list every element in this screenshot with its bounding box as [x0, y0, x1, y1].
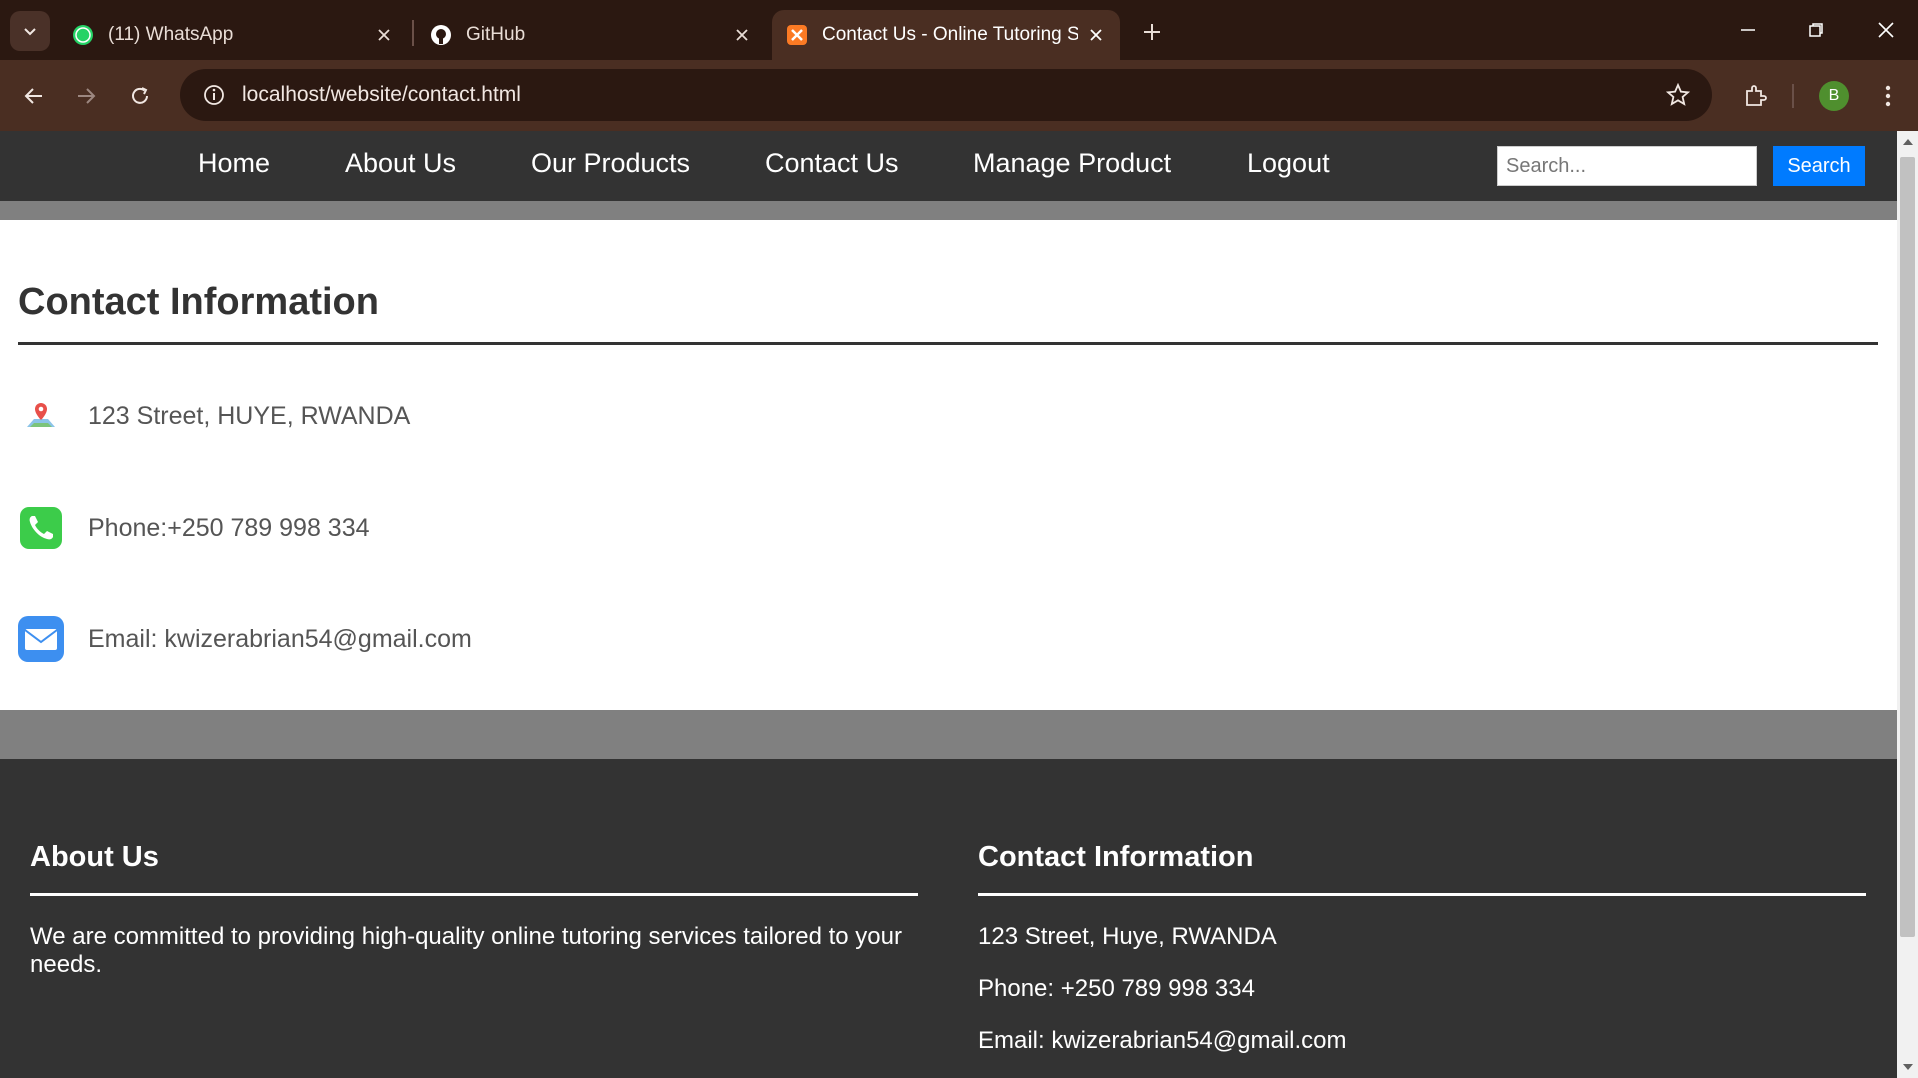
- map-pin-icon: [18, 393, 64, 439]
- footer-divider-band: [0, 710, 1897, 759]
- minimize-button[interactable]: [1728, 10, 1768, 50]
- scroll-down-icon[interactable]: [1897, 1058, 1918, 1076]
- tab-contact-us[interactable]: Contact Us - Online Tutoring Services: [772, 10, 1120, 60]
- address-bar[interactable]: localhost/website/contact.html: [180, 69, 1712, 121]
- toolbar-separator: [1792, 84, 1794, 108]
- star-icon[interactable]: [1660, 77, 1696, 113]
- contact-address-row: 123 Street, HUYE, RWANDA: [18, 391, 410, 441]
- nav-manage-product-link[interactable]: Manage Product: [973, 146, 1171, 180]
- contact-phone-row: Phone:+250 789 998 334: [18, 503, 370, 553]
- tab-whatsapp[interactable]: (11) WhatsApp: [58, 10, 408, 60]
- close-icon[interactable]: [374, 25, 394, 45]
- new-tab-button[interactable]: [1134, 14, 1170, 50]
- reload-icon: [132, 87, 148, 104]
- nav-home-link[interactable]: Home: [198, 146, 270, 180]
- footer-about-underline: [30, 893, 918, 896]
- chevron-down-icon: [24, 28, 36, 36]
- arrow-right-icon: [78, 88, 96, 104]
- search-button[interactable]: Search: [1773, 146, 1865, 186]
- close-window-button[interactable]: [1866, 10, 1906, 50]
- browser-menu-button[interactable]: [1868, 76, 1908, 116]
- minimize-icon: [1741, 29, 1755, 31]
- arrow-left-icon: [24, 88, 42, 104]
- plus-icon: [1144, 24, 1160, 40]
- scroll-up-icon[interactable]: [1897, 133, 1918, 151]
- search-input[interactable]: [1497, 146, 1757, 186]
- tab-github[interactable]: GitHub: [416, 10, 766, 60]
- github-icon: [430, 24, 452, 46]
- xampp-icon: [786, 24, 808, 46]
- profile-avatar[interactable]: B: [1819, 81, 1849, 111]
- nav-products-link[interactable]: Our Products: [531, 146, 690, 180]
- back-button[interactable]: [14, 76, 54, 116]
- restore-icon: [1809, 23, 1823, 37]
- scrollbar-thumb[interactable]: [1900, 157, 1915, 937]
- page-title: Contact Information: [18, 281, 379, 323]
- contact-address: 123 Street, HUYE, RWANDA: [88, 401, 411, 430]
- more-vertical-icon: [1885, 85, 1891, 107]
- browser-tab-bar: (11) WhatsApp GitHub Contact Us - Online…: [0, 0, 1918, 60]
- forward-button[interactable]: [66, 76, 106, 116]
- tab-separator: [412, 20, 414, 46]
- tab-title: GitHub: [466, 24, 526, 45]
- phone-icon: [18, 505, 64, 551]
- mail-icon: [18, 616, 64, 662]
- footer-phone: Phone: +250 789 998 334: [978, 975, 1255, 1002]
- footer-about-text: We are committed to providing high-quali…: [30, 923, 902, 978]
- info-icon[interactable]: [188, 69, 240, 121]
- footer-contact-underline: [978, 893, 1866, 896]
- contact-phone: Phone:+250 789 998 334: [88, 513, 370, 542]
- tab-title: (11) WhatsApp: [108, 24, 234, 45]
- close-icon[interactable]: [732, 25, 752, 45]
- site-footer: About Us We are committed to providing h…: [0, 759, 1897, 1078]
- reload-button[interactable]: [120, 76, 160, 116]
- title-underline: [18, 342, 1878, 345]
- footer-about-title: About Us: [30, 841, 159, 873]
- url-text: localhost/website/contact.html: [242, 83, 521, 106]
- nav-logout-link[interactable]: Logout: [1247, 146, 1330, 180]
- footer-contact-title: Contact Information: [978, 841, 1254, 873]
- extensions-button[interactable]: [1735, 76, 1775, 116]
- restore-button[interactable]: [1796, 10, 1836, 50]
- puzzle-icon: [1746, 85, 1767, 106]
- page-scrollbar[interactable]: [1897, 131, 1918, 1078]
- footer-email: Email: kwizerabrian54@gmail.com: [978, 1027, 1347, 1054]
- close-icon[interactable]: [1086, 25, 1106, 45]
- nav-about-link[interactable]: About Us: [345, 146, 456, 180]
- header-divider-band: [0, 201, 1897, 220]
- page-viewport: Home About Us Our Products Contact Us Ma…: [0, 131, 1897, 1078]
- contact-email: Email: kwizerabrian54@gmail.com: [88, 624, 472, 653]
- browser-toolbar: localhost/website/contact.html B: [0, 60, 1918, 131]
- contact-email-row: Email: kwizerabrian54@gmail.com: [18, 614, 472, 664]
- nav-contact-link[interactable]: Contact Us: [765, 146, 899, 180]
- close-icon: [1878, 22, 1894, 38]
- footer-address: 123 Street, Huye, RWANDA: [978, 923, 1277, 950]
- whatsapp-icon: [72, 24, 94, 46]
- site-navigation: Home About Us Our Products Contact Us Ma…: [0, 131, 1897, 201]
- tab-search-button[interactable]: [10, 11, 50, 51]
- tab-title: Contact Us - Online Tutoring Services: [822, 24, 1078, 45]
